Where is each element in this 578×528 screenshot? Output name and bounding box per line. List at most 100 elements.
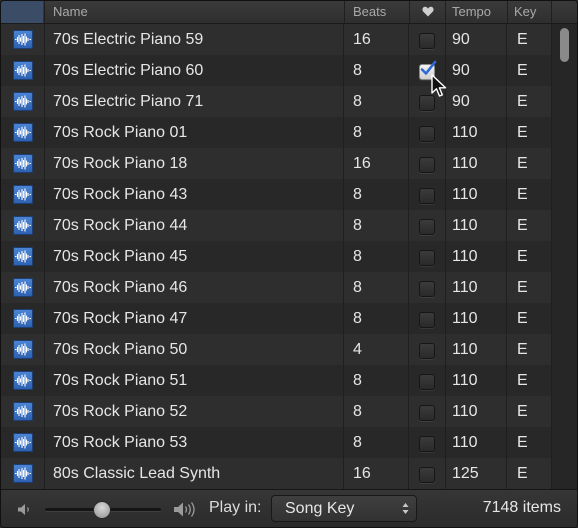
up-down-arrows-icon [402,503,409,514]
loop-beats: 8 [344,179,409,210]
column-header-tempo[interactable]: Tempo [445,1,507,23]
loop-name: 80s Classic Lead Synth [44,458,344,489]
loop-tempo: 110 [445,365,507,396]
table-row[interactable]: 80s Classic Lead Synth 16 125 E [1,458,551,489]
loop-key: E [517,186,528,203]
table-row[interactable]: 70s Rock Piano 44 8 110 E [1,210,551,241]
favorite-checkbox[interactable] [419,33,435,49]
heart-icon [422,6,434,17]
table-row[interactable]: 70s Rock Piano 46 8 110 E [1,272,551,303]
loop-beats: 4 [344,334,409,365]
loop-key: E [517,434,528,451]
table-row[interactable]: 70s Rock Piano 01 8 110 E [1,117,551,148]
favorite-cell [409,148,446,179]
loop-key: E [517,248,528,265]
table-row[interactable]: 70s Electric Piano 71 8 90 E [1,86,551,117]
loop-name: 70s Electric Piano 71 [44,86,344,117]
loop-type-cell [1,179,45,210]
column-header-name[interactable]: Name [44,1,342,23]
favorite-checkbox[interactable] [419,126,435,142]
favorite-checkbox[interactable] [419,343,435,359]
item-count: 7148 items [482,499,561,516]
favorite-checkbox[interactable] [419,374,435,390]
favorite-checkbox[interactable] [419,157,435,173]
loop-beats: 8 [344,427,409,458]
table-row[interactable]: 70s Electric Piano 60 8 90 E [1,55,551,86]
speaker-low-icon[interactable] [17,503,33,516]
favorite-cell [409,458,446,489]
loop-beats: 8 [344,396,409,427]
loop-key: E [517,341,528,358]
table-row[interactable]: 70s Rock Piano 51 8 110 E [1,365,551,396]
loop-name: 70s Electric Piano 59 [44,24,344,55]
loop-key: E [517,465,528,482]
favorite-checkbox[interactable] [419,312,435,328]
loop-type-cell [1,241,45,272]
audio-loop-icon [13,433,33,452]
scrollbar-thumb[interactable] [560,28,569,62]
favorite-cell [409,24,446,55]
volume-slider-knob[interactable] [92,501,111,519]
loop-tempo: 110 [445,179,507,210]
loop-list[interactable]: 70s Electric Piano 59 16 90 E 70s Electric P… [1,24,551,489]
loop-type-cell [1,272,45,303]
loop-key: E [517,217,528,234]
loop-tempo: 110 [445,396,507,427]
favorite-checkbox[interactable] [419,405,435,421]
audio-loop-icon [13,30,33,49]
loop-beats: 8 [344,272,409,303]
loop-name: 70s Rock Piano 50 [44,334,344,365]
favorite-checkbox[interactable] [419,467,435,483]
loop-tempo: 110 [445,334,507,365]
loop-tempo: 90 [445,86,507,117]
favorite-cell [409,179,446,210]
mouse-pointer-icon [431,74,447,97]
table-row[interactable]: 70s Rock Piano 53 8 110 E [1,427,551,458]
column-header-key[interactable]: Key [507,1,551,23]
favorite-cell [409,117,446,148]
table-row[interactable]: 70s Rock Piano 43 8 110 E [1,179,551,210]
loop-key: E [517,310,528,327]
favorite-cell [409,303,446,334]
favorite-checkbox[interactable] [419,250,435,266]
table-row[interactable]: 70s Rock Piano 45 8 110 E [1,241,551,272]
loop-key: E [517,279,528,296]
table-row[interactable]: 70s Rock Piano 52 8 110 E [1,396,551,427]
favorite-cell [409,365,446,396]
loop-beats: 16 [344,458,409,489]
audio-loop-icon [13,340,33,359]
table-row[interactable]: 70s Rock Piano 50 4 110 E [1,334,551,365]
play-in-label: Play in: [209,499,262,516]
favorite-checkbox[interactable] [419,188,435,204]
audio-loop-icon [13,247,33,266]
loop-name: 70s Rock Piano 18 [44,148,344,179]
favorite-checkbox[interactable] [419,281,435,297]
loop-tempo: 90 [445,24,507,55]
play-in-select[interactable]: Song Key [271,495,417,522]
footer-bar: Play in: Song Key 7148 items [1,489,577,527]
speaker-high-icon[interactable] [173,501,197,518]
loop-beats: 8 [344,55,409,86]
table-row[interactable]: 70s Rock Piano 47 8 110 E [1,303,551,334]
loop-name: 70s Rock Piano 44 [44,210,344,241]
favorite-checkbox[interactable] [419,436,435,452]
table-row[interactable]: 70s Rock Piano 18 16 110 E [1,148,551,179]
audio-loop-icon [13,154,33,173]
favorite-checkbox[interactable] [419,219,435,235]
table-row[interactable]: 70s Electric Piano 59 16 90 E [1,24,551,55]
column-header-beats[interactable]: Beats [344,1,408,23]
vertical-scrollbar[interactable] [551,24,577,489]
column-header-type[interactable] [1,1,43,23]
loop-tempo: 125 [445,458,507,489]
loop-type-cell [1,458,45,489]
favorite-cell [409,396,446,427]
loop-beats: 8 [344,86,409,117]
loop-type-cell [1,396,45,427]
loop-name: 70s Rock Piano 46 [44,272,344,303]
audio-loop-icon [13,278,33,297]
loop-beats: 8 [344,303,409,334]
loop-tempo: 110 [445,272,507,303]
favorite-cell [409,210,446,241]
audio-loop-icon [13,464,33,483]
column-header-favorite[interactable] [409,1,446,23]
